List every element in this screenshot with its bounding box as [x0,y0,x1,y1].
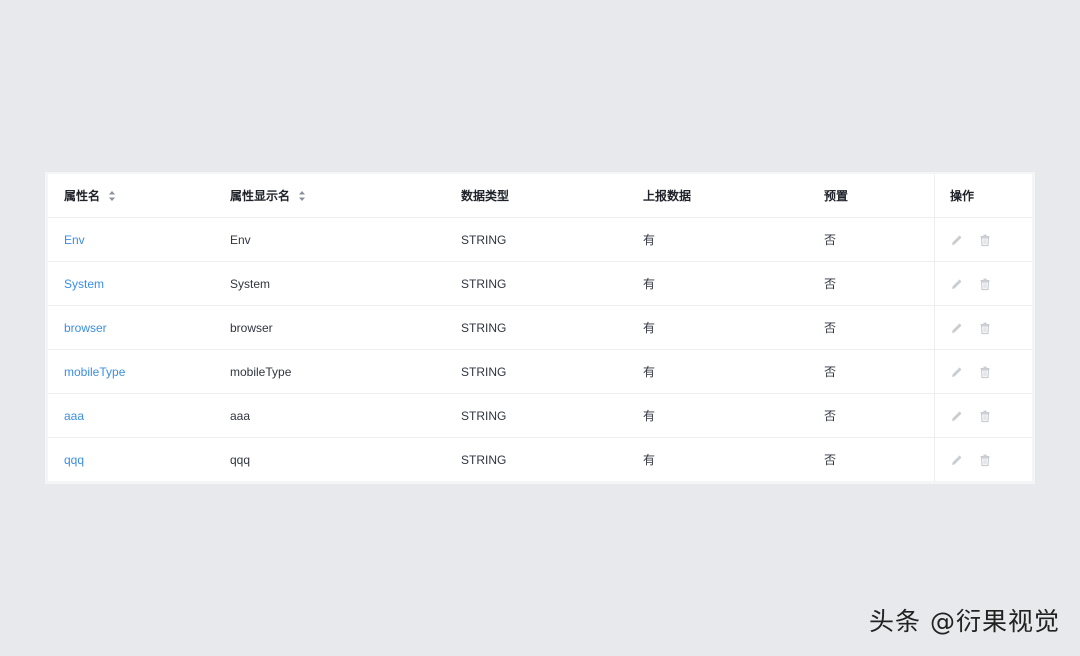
sort-icon[interactable] [298,190,306,202]
table-row: System System STRING 有 否 [48,262,1032,306]
header-name-label: 属性名 [64,189,101,203]
table-header-row: 属性名 属性显示名 数据类型 上报数据 预置 操作 [48,174,1032,218]
row-actions [934,218,1034,262]
attribute-report: 有 [643,453,656,467]
delete-icon[interactable] [978,321,992,335]
edit-icon[interactable] [950,321,964,335]
attribute-data-type: STRING [461,365,507,379]
attribute-preset: 否 [824,321,837,335]
attribute-name-link[interactable]: System [64,262,104,306]
delete-icon[interactable] [978,233,992,247]
row-actions [934,306,1034,350]
table-row: aaa aaa STRING 有 否 [48,394,1032,438]
row-actions [934,350,1034,394]
attribute-data-type: STRING [461,453,507,467]
table-row: mobileType mobileType STRING 有 否 [48,350,1032,394]
attribute-display-name: aaa [230,409,251,423]
table-row: browser browser STRING 有 否 [48,306,1032,350]
attribute-table: 属性名 属性显示名 数据类型 上报数据 预置 操作 Env Env STRING… [45,172,1035,484]
delete-icon[interactable] [978,277,992,291]
attribute-data-type: STRING [461,277,507,291]
row-actions [934,438,1034,482]
delete-icon[interactable] [978,409,992,423]
attribute-name-link[interactable]: aaa [64,394,84,438]
attribute-name-link[interactable]: qqq [64,438,84,482]
header-display-name-label: 属性显示名 [230,189,291,203]
attribute-report: 有 [643,409,656,423]
edit-icon[interactable] [950,233,964,247]
attribute-display-name: qqq [230,453,251,467]
attribute-report: 有 [643,321,656,335]
edit-icon[interactable] [950,453,964,467]
edit-icon[interactable] [950,365,964,379]
attribute-data-type: STRING [461,233,507,247]
header-report: 上报数据 [643,189,692,203]
attribute-preset: 否 [824,277,837,291]
header-data-type: 数据类型 [461,189,510,203]
attribute-data-type: STRING [461,409,507,423]
table-row: Env Env STRING 有 否 [48,218,1032,262]
attribute-name-link[interactable]: Env [64,218,85,262]
row-actions [934,394,1034,438]
table-body: 属性名 属性显示名 数据类型 上报数据 预置 操作 Env Env STRING… [48,174,1032,482]
header-actions: 操作 [934,174,1034,218]
header-display-name[interactable]: 属性显示名 [230,174,306,218]
delete-icon[interactable] [978,365,992,379]
row-actions [934,262,1034,306]
table-row: qqq qqq STRING 有 否 [48,438,1032,482]
watermark: 头条 @衍果视觉 [869,607,1060,636]
attribute-preset: 否 [824,365,837,379]
attribute-display-name: mobileType [230,365,292,379]
attribute-preset: 否 [824,409,837,423]
sort-icon[interactable] [108,190,116,202]
delete-icon[interactable] [978,453,992,467]
attribute-name-link[interactable]: browser [64,306,107,350]
attribute-report: 有 [643,277,656,291]
attribute-display-name: Env [230,233,251,247]
attribute-report: 有 [643,233,656,247]
attribute-preset: 否 [824,233,837,247]
edit-icon[interactable] [950,277,964,291]
attribute-report: 有 [643,365,656,379]
header-name[interactable]: 属性名 [64,174,116,218]
attribute-name-link[interactable]: mobileType [64,350,125,394]
edit-icon[interactable] [950,409,964,423]
attribute-data-type: STRING [461,321,507,335]
attribute-preset: 否 [824,453,837,467]
header-preset: 预置 [824,189,849,203]
attribute-display-name: System [230,277,271,291]
attribute-display-name: browser [230,321,273,335]
